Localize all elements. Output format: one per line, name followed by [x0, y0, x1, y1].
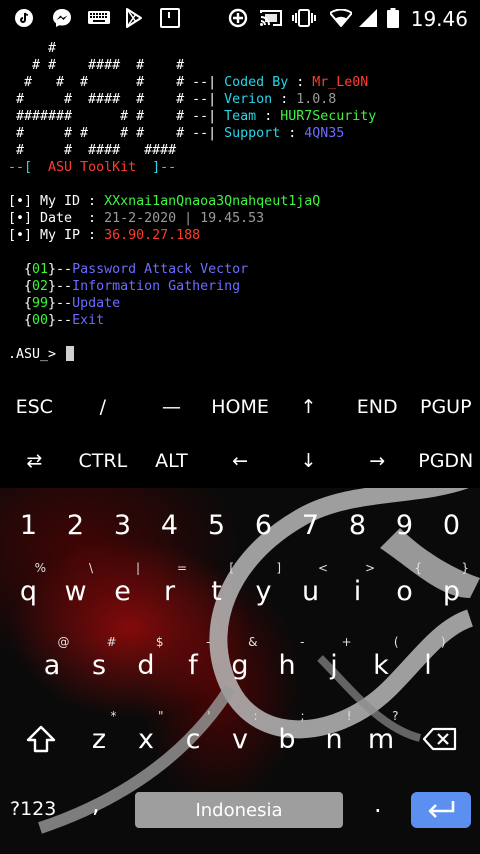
key-b[interactable]: b;	[264, 709, 311, 762]
key-f[interactable]: f-	[170, 635, 217, 688]
wifi-icon	[330, 8, 352, 28]
key-8[interactable]: 8	[334, 502, 381, 548]
key-w[interactable]: w \	[52, 561, 99, 614]
symbols-key[interactable]: ?123	[10, 798, 56, 820]
key-1[interactable]: 1	[5, 502, 52, 548]
key-9[interactable]: 9	[381, 502, 428, 548]
key-s[interactable]: s #	[76, 635, 123, 688]
end-key[interactable]: END	[343, 380, 412, 434]
key-t[interactable]: t[	[193, 561, 240, 614]
number-row: 1 2 3 4 5 6 7 8 9 0	[0, 502, 480, 548]
play-store-icon	[124, 8, 144, 28]
cast-icon	[260, 8, 282, 28]
menu-item: {01}--Password Attack Vector	[24, 262, 249, 277]
backspace-key[interactable]	[405, 716, 475, 762]
period-key[interactable]: .	[374, 790, 382, 818]
banner-line: #	[8, 41, 57, 56]
key-y[interactable]: y]	[240, 561, 287, 614]
banner-line: # # # # # --| Coded By : Mr_Le0N	[8, 75, 369, 90]
key-q[interactable]: q%	[5, 561, 52, 614]
tiktok-icon	[14, 8, 34, 28]
keyboard-icon	[88, 8, 110, 28]
letter-row-3: z * x " c ' v: b; n! m?	[0, 709, 480, 762]
key-6[interactable]: 6	[240, 502, 287, 548]
extra-keys-row-2: ⇄ CTRL ALT ← ↓ → PGDN	[0, 434, 480, 488]
alt-key[interactable]: ALT	[137, 434, 206, 488]
my-id-line: [•] My ID : XXxnai1anQnaoa3Qnahqeut1jaQ	[8, 194, 321, 209]
key-p[interactable]: p}	[428, 561, 475, 614]
my-ip-line: [•] My IP : 36.90.27.188	[8, 228, 201, 243]
ctrl-key[interactable]: CTRL	[69, 434, 138, 488]
key-3[interactable]: 3	[99, 502, 146, 548]
key-m[interactable]: m?	[358, 709, 405, 762]
key-4[interactable]: 4	[146, 502, 193, 548]
key-u[interactable]: u <	[287, 561, 334, 614]
soft-keyboard: 1 2 3 4 5 6 7 8 9 0 q% w \ e | r = t[ y] u <…	[0, 488, 480, 854]
down-arrow-key[interactable]: ↓	[274, 434, 343, 488]
pgdn-key[interactable]: PGDN	[411, 434, 480, 488]
extra-keys-bar: ESC / — HOME ↑ END PGUP ⇄ CTRL ALT ← ↓ →…	[0, 380, 480, 488]
shift-icon	[26, 725, 55, 753]
key-2[interactable]: 2	[52, 502, 99, 548]
letter-row-2: a @ s # d $ f- g & h- j + k( l)	[0, 635, 480, 688]
slash-key[interactable]: /	[69, 380, 138, 434]
status-bar: 19.46	[0, 0, 480, 36]
key-j[interactable]: j +	[311, 635, 358, 688]
key-g[interactable]: g &	[217, 635, 264, 688]
status-clock: 19.46	[410, 7, 468, 31]
key-0[interactable]: 0	[428, 502, 475, 548]
space-key[interactable]: Indonesia	[135, 792, 343, 828]
menu-item: {99}--Update	[24, 296, 121, 311]
key-x[interactable]: x "	[123, 709, 170, 762]
extra-keys-row-1: ESC / — HOME ↑ END PGUP	[0, 380, 480, 434]
key-z[interactable]: z *	[76, 709, 123, 762]
backspace-icon	[422, 727, 456, 751]
signal-icon	[358, 8, 378, 28]
messenger-icon	[52, 8, 72, 28]
key-h[interactable]: h-	[264, 635, 311, 688]
key-7[interactable]: 7	[287, 502, 334, 548]
key-l[interactable]: l)	[405, 635, 452, 688]
key-n[interactable]: n!	[311, 709, 358, 762]
key-5[interactable]: 5	[193, 502, 240, 548]
data-saver-icon	[228, 8, 248, 28]
up-arrow-key[interactable]: ↑	[274, 380, 343, 434]
key-k[interactable]: k(	[358, 635, 405, 688]
banner-line: ####### # # # --| Team : HUR7Security	[8, 109, 377, 124]
pgup-key[interactable]: PGUP	[411, 380, 480, 434]
key-c[interactable]: c '	[170, 709, 217, 762]
toolkit-title: --[ ASU ToolKit ]--	[8, 160, 177, 175]
home-key[interactable]: HOME	[206, 380, 275, 434]
menu-item: {02}--Information Gathering	[24, 279, 241, 294]
key-v[interactable]: v:	[217, 709, 264, 762]
screenshot-icon	[160, 8, 180, 28]
vibrate-icon	[292, 8, 316, 28]
key-r[interactable]: r =	[146, 561, 193, 614]
key-o[interactable]: o{	[381, 561, 428, 614]
terminal-view[interactable]: # # # #### # # # # # # # --| Coded By : …	[0, 36, 480, 384]
left-arrow-key[interactable]: ←	[206, 434, 275, 488]
battery-icon	[386, 8, 400, 28]
date-line: [•] Date : 21-2-2020 | 19.45.53	[8, 211, 265, 226]
banner-line: # # #### # #	[8, 58, 185, 73]
enter-icon	[428, 801, 455, 818]
command-prompt[interactable]: .ASU_>	[8, 346, 75, 363]
esc-key[interactable]: ESC	[0, 380, 69, 434]
shift-key[interactable]	[6, 716, 76, 762]
enter-key[interactable]	[411, 792, 471, 828]
letter-row-1: q% w \ e | r = t[ y] u < i > o{ p}	[0, 561, 480, 614]
banner-line: # # #### # # --| Verion : 1.0.8	[8, 92, 337, 107]
banner-line: # # #### ####	[8, 143, 177, 158]
comma-key[interactable]: ,	[92, 790, 100, 818]
key-i[interactable]: i >	[334, 561, 381, 614]
right-arrow-key[interactable]: →	[343, 434, 412, 488]
text-cursor	[66, 346, 75, 361]
banner-line: # # # # # # --| Support : 4QN35	[8, 126, 345, 141]
menu-item: {00}--Exit	[24, 313, 105, 328]
key-e[interactable]: e |	[99, 561, 146, 614]
tab-key[interactable]: ⇄	[0, 434, 69, 488]
dash-key[interactable]: —	[137, 380, 206, 434]
key-a[interactable]: a @	[29, 635, 76, 688]
key-d[interactable]: d $	[123, 635, 170, 688]
